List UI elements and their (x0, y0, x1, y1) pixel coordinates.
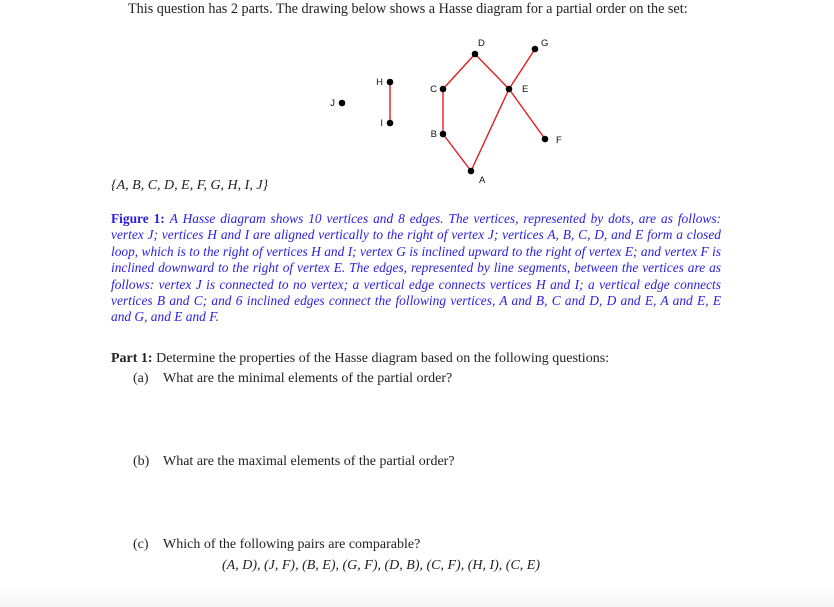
question-text: What are the minimal elements of the par… (163, 371, 453, 386)
question-tag: (a) (133, 371, 149, 386)
question-a: (a) What are the minimal elements of the … (133, 371, 452, 387)
question-tag: (b) (133, 454, 150, 469)
edge-e-g (508, 48, 536, 90)
vertex-j (338, 99, 346, 107)
question-tag: (c) (133, 537, 149, 552)
edge-c-d (442, 53, 476, 90)
part1-label: Part 1: (111, 351, 153, 366)
figure-caption: Figure 1: A Hasse diagram shows 10 verti… (111, 211, 721, 326)
edge-a-e (470, 88, 510, 172)
vertex-label-d: D (478, 38, 485, 49)
vertex-h (386, 78, 394, 86)
vertex-f (541, 135, 549, 143)
diagram-edges (389, 48, 546, 172)
intro-text: This question has 2 parts. The drawing b… (128, 1, 688, 17)
vertex-label-g: G (541, 38, 548, 49)
edge-e-f (508, 88, 546, 140)
question-text: Which of the following pairs are compara… (163, 537, 421, 552)
part1-text: Determine the properties of the Hasse di… (156, 351, 610, 366)
vertex-b (439, 130, 447, 138)
vertex-g (531, 45, 539, 53)
figure-caption-text: A Hasse diagram shows 10 vertices and 8 … (111, 211, 721, 325)
vertex-label-e: E (522, 84, 528, 95)
vertex-label-a: A (479, 175, 486, 186)
edge-d-e (474, 53, 510, 90)
part1-heading: Part 1: Determine the properties of the … (111, 351, 609, 367)
figure-label: Figure 1: (111, 211, 165, 226)
comparable-pairs-list: (A, D), (J, F), (B, E), (G, F), (D, B), … (222, 558, 541, 573)
question-b: (b) What are the maximal elements of the … (133, 454, 455, 470)
vertex-c (439, 85, 447, 93)
hasse-diagram: A B C D E F G H I J (330, 38, 562, 186)
vertex-label-i: I (380, 118, 383, 129)
vertex-label-j: J (330, 98, 335, 109)
question-text: What are the maximal elements of the par… (163, 454, 455, 469)
vertex-d (471, 50, 479, 58)
question-c: (c) Which of the following pairs are comp… (133, 537, 420, 553)
vertex-label-c: C (430, 84, 437, 95)
edge-a-b (442, 133, 472, 172)
vertex-label-f: F (556, 135, 562, 146)
vertex-i (386, 119, 394, 127)
vertex-label-h: H (376, 77, 383, 88)
vertex-e (505, 85, 513, 93)
set-notation: {A, B, C, D, E, F, G, H, I, J} (111, 178, 269, 193)
vertex-a (467, 167, 475, 175)
vertex-label-b: B (431, 129, 437, 140)
